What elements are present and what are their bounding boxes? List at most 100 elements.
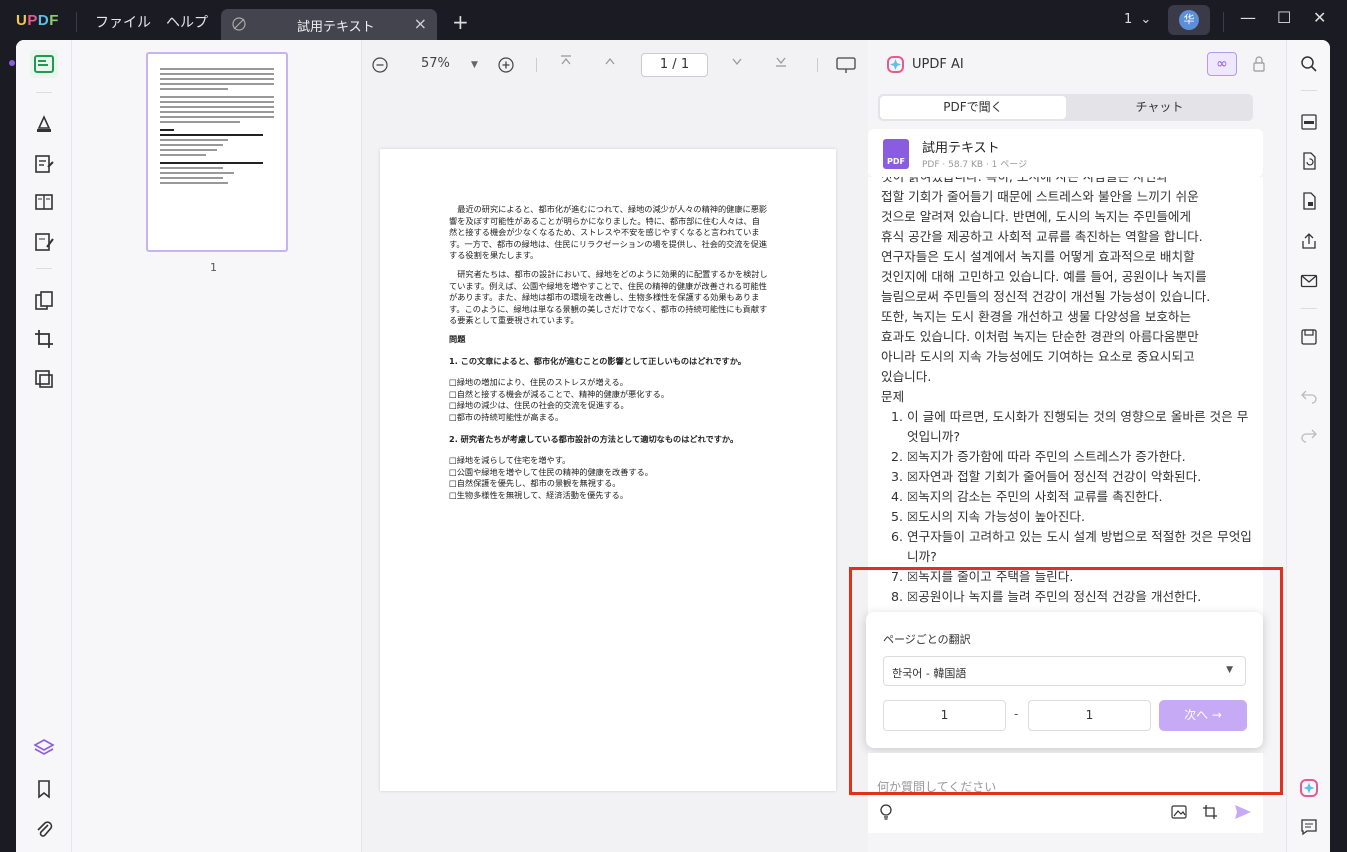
bookmark-icon[interactable] [30, 775, 58, 803]
pdf-icon-label: PDF [887, 157, 905, 166]
question-option: □自然と接する機会が減ることで、精神的健康が悪化する。 [449, 388, 670, 399]
response-line: 늘림으로써 주민들의 정신적 건강이 개선될 가능성이 있습니다. [881, 289, 1211, 304]
avatar[interactable]: 华 [1168, 5, 1210, 35]
previous-page-icon[interactable] [603, 54, 617, 72]
save-icon[interactable] [1297, 325, 1321, 349]
question-option: □緑地の増加により、住民のストレスが増える。 [449, 377, 628, 388]
last-page-icon[interactable] [774, 54, 788, 72]
question-option: □都市の持続可能性が高まる。 [449, 411, 564, 422]
lightbulb-icon[interactable] [878, 803, 894, 821]
edit-off-icon [232, 17, 246, 31]
response-line: 것인지에 대해 고민하고 있습니다. 예를 들어, 공원이나 녹지를 [881, 269, 1207, 284]
response-line: 효과도 있습니다. 이처럼 녹지는 단순한 경관의 아름다움뿐만 [881, 329, 1199, 344]
batch-icon[interactable] [30, 365, 58, 393]
file-card: PDF 試用テキスト PDF · 58.7 KB · 1 ページ [868, 129, 1263, 177]
question-1: 1. この文章によると、都市化が進むことの影響として正しいものはどれですか。 [449, 355, 746, 366]
attachment-icon[interactable] [30, 815, 58, 843]
document-tab[interactable]: 試用テキスト × [221, 9, 437, 40]
zoom-dropdown-icon[interactable]: ▼ [471, 60, 478, 70]
title-separator [76, 12, 77, 32]
tab-title: 試用テキスト [297, 20, 375, 35]
response-line: 것이 밝혀졌습니다. 특히, 도시에 사는 사람들은 자연과 [881, 177, 1256, 187]
ai-response: 것이 밝혀졌습니다. 특히, 도시에 사는 사람들은 자연과 접할 기회가 줄어… [881, 177, 1256, 607]
response-line: 또한, 녹지는 도시 환경을 개선하고 생물 다양성을 보호하는 [881, 309, 1192, 324]
send-icon[interactable] [1234, 804, 1252, 820]
protect-icon[interactable] [1297, 189, 1321, 213]
convert-pdf-icon[interactable] [1297, 149, 1321, 173]
highlight-frame [849, 567, 1283, 795]
list-item: 3. ☒자연과 접할 기회가 줄어들어 정신적 건강이 악화된다. [891, 469, 1202, 484]
form-icon[interactable] [30, 228, 58, 256]
crop-icon[interactable] [30, 325, 58, 353]
window-selector[interactable]: 1 ⌄ [1124, 12, 1151, 27]
close-window-button[interactable]: ✕ [1313, 8, 1326, 27]
total-pages: 1 [680, 57, 690, 72]
current-page: 1 [659, 57, 669, 72]
undo-icon[interactable] [1297, 383, 1321, 407]
screenshot-crop-icon[interactable] [1202, 804, 1218, 820]
tab-close-button[interactable]: × [414, 14, 427, 33]
page-separator: / [672, 57, 677, 72]
updf-ai-logo-icon [887, 56, 904, 73]
response-line: 문제 [881, 389, 905, 404]
next-page-icon[interactable] [730, 54, 744, 72]
convert-icon[interactable] [30, 287, 58, 315]
maximize-button[interactable]: ☐ [1277, 8, 1291, 27]
reader-mode-icon[interactable] [30, 50, 58, 78]
toolbar-divider [536, 58, 537, 72]
document-viewer: 57% ▼ 1 / 1 最近の研究によると、都市化が進むにつれて、緑地の減少が人… [362, 40, 868, 852]
minimize-button[interactable]: — [1240, 8, 1256, 27]
layers-icon[interactable] [30, 734, 58, 762]
page-thumbnail[interactable] [146, 52, 288, 252]
first-page-icon[interactable] [559, 54, 573, 72]
ocr-icon[interactable] [1297, 110, 1321, 134]
zoom-in-icon[interactable] [498, 57, 514, 77]
search-icon[interactable] [1297, 52, 1321, 76]
response-line: 휴식 공간을 제공하고 사회적 교류를 촉진하는 역할을 합니다. [881, 229, 1203, 244]
redo-icon[interactable] [1297, 422, 1321, 446]
file-meta: PDF · 58.7 KB · 1 ページ [922, 160, 1028, 170]
thumbnail-page-number: 1 [210, 261, 217, 274]
status-dot [9, 60, 15, 66]
app-logo: UPDF [16, 12, 59, 29]
new-tab-button[interactable]: + [452, 10, 469, 34]
response-line: 있습니다. [881, 369, 932, 384]
file-name: 試用テキスト [922, 141, 1000, 156]
question-option: □生物多様性を無視して、経済活動を優先する。 [449, 489, 629, 500]
toolbar-divider [36, 92, 52, 93]
unlimited-badge[interactable]: ∞ [1207, 52, 1237, 76]
list-item: 6. 연구자들이 고려하고 있는 도시 설계 방법으로 적절한 것은 무엇입니까… [891, 529, 1252, 564]
response-line: 아니라 도시의 지속 가능성에도 기여하는 요소로 중요시되고 [881, 349, 1195, 364]
pdf-file-icon: PDF [883, 139, 909, 169]
zoom-out-icon[interactable] [372, 57, 388, 77]
tab-chat[interactable]: チャット [1068, 96, 1251, 119]
zoom-level[interactable]: 57% [421, 56, 450, 71]
tab-ask-pdf[interactable]: PDFで聞く [880, 96, 1066, 119]
document-heading: 問題 [449, 333, 466, 344]
title-separator [1223, 12, 1224, 32]
ai-header: UPDF AI ∞ [868, 40, 1270, 88]
updf-ai-icon[interactable] [1297, 776, 1321, 800]
title-bar: UPDF ファイル ヘルプ 試用テキスト × + 1 ⌄ 华 — ☐ ✕ [0, 0, 1347, 44]
menu-help[interactable]: ヘルプ [166, 12, 208, 32]
share-icon[interactable] [1297, 229, 1321, 253]
window-count: 1 [1124, 12, 1133, 27]
question-option: □公園や緑地を増やして住民の精神的健康を改善する。 [449, 466, 653, 477]
edit-pdf-icon[interactable] [30, 150, 58, 178]
toolbar-divider [817, 58, 818, 72]
response-line: 접할 기회가 줄어들기 때문에 스트레스와 불안을 느끼기 쉬운 [881, 189, 1199, 204]
left-toolbar [16, 40, 72, 852]
question-2: 2. 研究者たちが考慮している都市設計の方法として適切なものはどれですか。 [449, 433, 739, 444]
presentation-icon[interactable] [836, 56, 856, 78]
toolbar-divider [1301, 308, 1317, 309]
menu-file[interactable]: ファイル [95, 12, 151, 32]
page-organize-icon[interactable] [30, 188, 58, 216]
image-icon[interactable] [1171, 804, 1187, 820]
mail-icon[interactable] [1297, 269, 1321, 293]
avatar-initial: 华 [1179, 10, 1199, 30]
response-line: 연구자들은 도시 설계에서 녹지를 어떻게 효과적으로 배치할 [881, 249, 1195, 264]
page-number-input[interactable]: 1 / 1 [641, 53, 708, 77]
lock-icon[interactable] [1252, 56, 1266, 72]
comment-icon[interactable] [1297, 815, 1321, 839]
highlighter-icon[interactable] [30, 110, 58, 138]
